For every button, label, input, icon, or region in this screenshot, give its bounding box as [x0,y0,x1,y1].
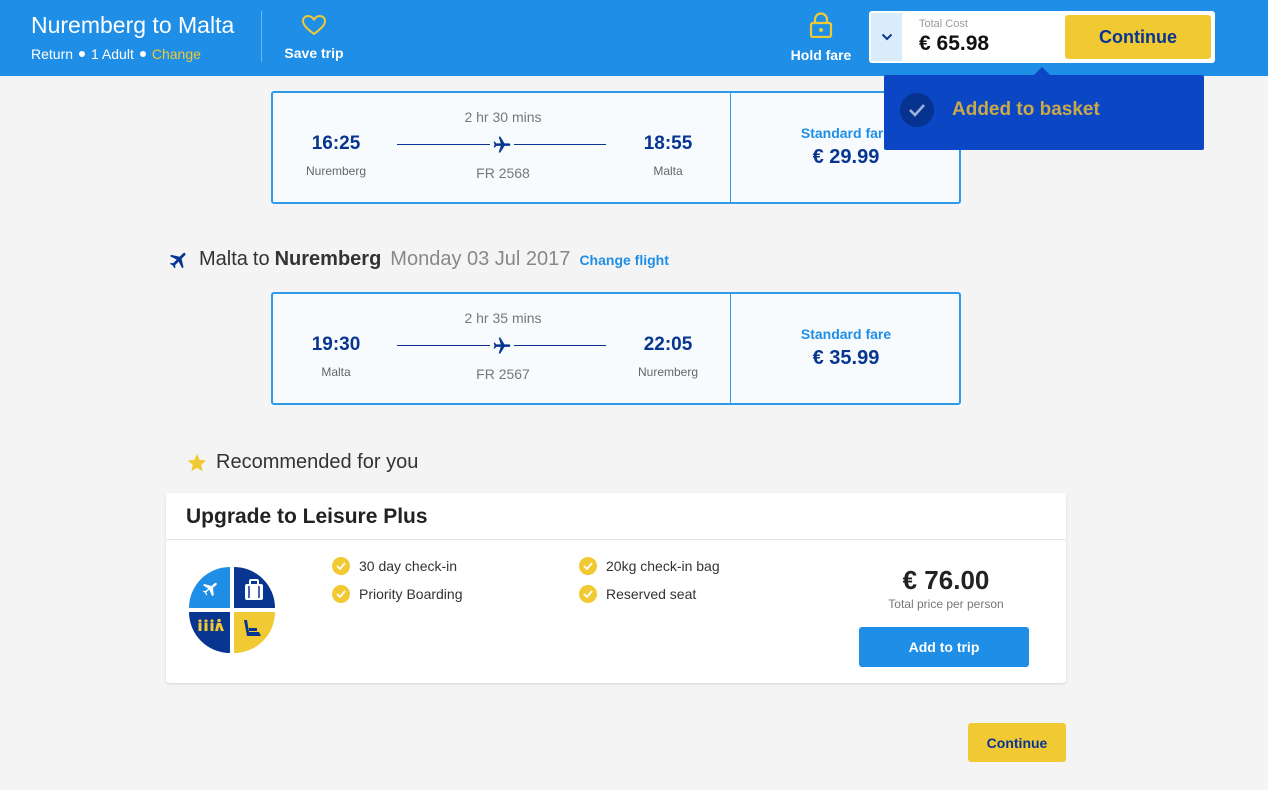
hold-fare-button[interactable]: Hold fare [788,12,854,63]
benefit-item: Reserved seat [579,585,696,603]
return-flight-heading: Malta to Nuremberg Monday 03 Jul 2017 Ch… [168,248,669,271]
fare-price: € 35.99 [812,347,880,369]
change-trip-link[interactable]: Change [152,46,201,62]
arrival-time: 18:55 [643,133,693,154]
benefit-label: 20kg check-in bag [606,558,720,574]
lock-icon [809,12,833,42]
arrival-city: Nuremberg [637,365,699,379]
return-date: Monday 03 Jul 2017 [390,248,571,270]
benefit-item: 30 day check-in [332,557,457,575]
departure-city: Malta [321,365,351,379]
check-icon [579,557,597,575]
passenger-count: 1 Adult [91,46,134,62]
benefit-label: Reserved seat [606,586,697,602]
departure-time: 16:25 [311,133,361,154]
hold-fare-label: Hold fare [790,47,852,63]
top-bar: Nuremberg to Malta Return 1 Adult Change… [0,0,1268,76]
leisure-plus-graphic [189,567,275,653]
cost-breakdown-toggle[interactable] [871,13,902,61]
plane-icon [168,249,190,271]
header-divider [261,11,262,62]
total-cost-panel: Total Cost € 65.98 Continue [869,11,1215,63]
change-flight-link[interactable]: Change flight [579,252,668,268]
toast-message: Added to basket [952,99,1100,120]
heart-icon [301,14,327,40]
upgrade-title: Upgrade to Leisure Plus [186,505,428,528]
benefit-item: 20kg check-in bag [579,557,720,575]
arrival-time: 22:05 [643,334,693,355]
benefit-label: Priority Boarding [359,586,463,602]
plane-icon [490,133,514,157]
flight-duration: 2 hr 35 mins [464,310,542,326]
continue-button-header[interactable]: Continue [1065,15,1211,59]
trip-type: Return [31,46,74,62]
return-to-word: to [252,248,270,270]
separator-dot [139,51,146,57]
trip-title: Nuremberg to Malta [31,12,235,38]
outbound-flight-card[interactable]: 16:25 Nuremberg 2 hr 30 mins FR 2568 18:… [271,91,961,204]
toast-pointer [1034,67,1050,75]
benefit-label: 30 day check-in [359,558,458,574]
save-trip-button[interactable]: Save trip [280,14,348,61]
plane-icon [490,334,514,358]
upgrade-price: € 76.00 [902,565,990,595]
added-to-basket-toast: Added to basket [884,67,1204,150]
chevron-down-icon [881,28,893,46]
trip-summary: Return 1 Adult Change [31,46,201,62]
check-icon [900,93,934,127]
benefit-item: Priority Boarding [332,585,463,603]
departure-city: Nuremberg [305,164,367,178]
save-trip-label: Save trip [284,45,344,61]
departure-time: 19:30 [311,334,361,355]
return-origin: Malta [199,248,248,270]
recommended-title: Recommended for you [216,451,419,473]
total-cost-value: € 65.98 [919,32,990,55]
total-cost-label: Total Cost [919,18,968,30]
check-icon [332,585,350,603]
return-destination: Nuremberg [274,248,382,270]
check-icon [579,585,597,603]
star-icon [186,452,208,474]
upgrade-price-note: Total price per person [888,597,1004,611]
fare-type: Standard fare [800,326,892,342]
continue-button-footer[interactable]: Continue [968,723,1066,762]
recommended-heading: Recommended for you [186,451,418,474]
flight-duration: 2 hr 30 mins [464,109,542,125]
arrival-city: Malta [653,164,683,178]
add-to-trip-button[interactable]: Add to trip [859,627,1029,667]
flight-number: FR 2568 [476,165,530,181]
separator-dot [79,51,86,57]
flight-number: FR 2567 [476,366,530,382]
inbound-flight-card[interactable]: 19:30 Malta 2 hr 35 mins FR 2567 22:05 N… [271,292,961,405]
check-icon [332,557,350,575]
upgrade-offer-card: Upgrade to Leisure Plus 30 day check-in … [166,493,1066,683]
card-divider [166,539,1066,540]
